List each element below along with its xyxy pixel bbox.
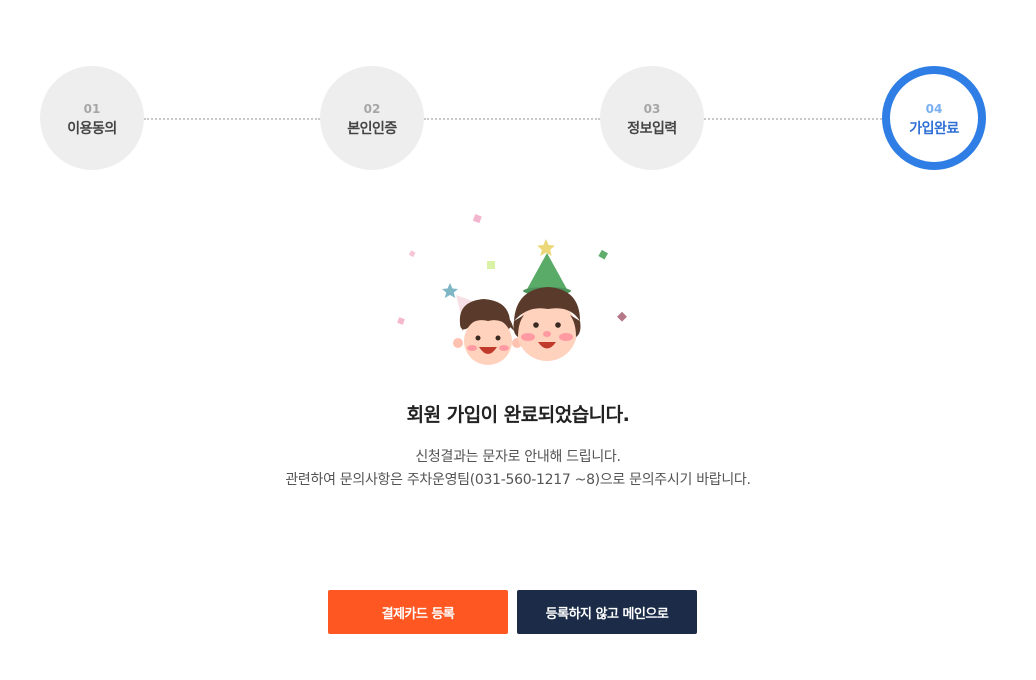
- notice-line: 신청결과는 문자로 안내해 드립니다.: [415, 449, 621, 465]
- step-number: 02: [363, 102, 381, 116]
- step-number: 01: [83, 102, 101, 116]
- step-information: 03 정보입력: [600, 66, 704, 170]
- step-label: 가입완료: [909, 121, 959, 137]
- step-label: 정보입력: [627, 121, 677, 137]
- completion-title: 회원 가입이 완료되었습니다.: [406, 404, 630, 426]
- step-verification: 02 본인인증: [320, 66, 424, 170]
- skip-to-main-button[interactable]: 등록하지 않고 메인으로: [517, 590, 697, 634]
- step-agreement: 01 이용동의: [40, 66, 144, 170]
- completion-description: 신청결과는 문자로 안내해 드립니다. 관련하여 문의사항은 주차운영팀(031…: [0, 446, 1036, 492]
- step-complete: 04 가입완료: [882, 66, 986, 170]
- register-card-button[interactable]: 결제카드 등록: [328, 590, 508, 634]
- step-number: 03: [643, 102, 661, 116]
- signup-progress-steps: 01 이용동의 02 본인인증 03 정보입력 04 가입완료: [0, 0, 1036, 200]
- step-label: 이용동의: [67, 121, 117, 137]
- step-connector: [424, 118, 600, 120]
- step-label: 본인인증: [347, 121, 397, 137]
- step-connector: [704, 118, 882, 120]
- contact-line: 관련하여 문의사항은 주차운영팀(031-560-1217 ~8)으로 문의주시…: [285, 472, 751, 488]
- celebration-kids-icon: [390, 205, 646, 380]
- step-number: 04: [925, 102, 943, 116]
- step-connector: [144, 118, 320, 120]
